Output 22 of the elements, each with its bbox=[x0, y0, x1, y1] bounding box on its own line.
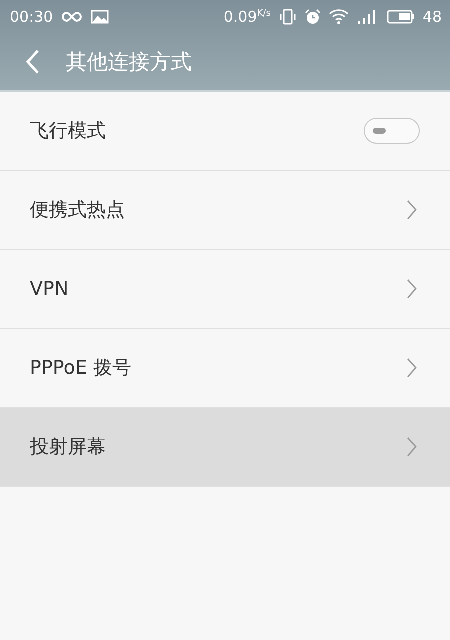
back-icon[interactable] bbox=[24, 49, 42, 75]
status-time: 00:30 bbox=[10, 8, 54, 26]
settings-item[interactable]: 投射屏幕 bbox=[0, 408, 450, 487]
infinity-icon bbox=[61, 11, 84, 23]
item-label: 飞行模式 bbox=[30, 119, 106, 144]
item-label: PPPoE 拨号 bbox=[30, 356, 132, 381]
item-label: 便携式热点 bbox=[30, 198, 125, 223]
alarm-icon bbox=[304, 9, 321, 25]
image-icon bbox=[91, 10, 110, 24]
item-label: 投射屏幕 bbox=[30, 435, 106, 460]
chevron-icon bbox=[406, 278, 418, 300]
item-label: VPN bbox=[30, 278, 69, 300]
battery-icon bbox=[386, 10, 415, 24]
page-title: 其他连接方式 bbox=[66, 49, 192, 76]
chevron-icon bbox=[406, 199, 418, 221]
toggle-switch[interactable] bbox=[364, 118, 420, 144]
chevron-icon bbox=[406, 357, 418, 379]
vibrate-icon bbox=[278, 9, 297, 25]
chevron-icon bbox=[406, 436, 418, 458]
wifi-icon bbox=[328, 9, 349, 25]
battery-level: 48 bbox=[422, 8, 442, 26]
network-speed: 0.09$^{K/s}$ bbox=[224, 8, 271, 26]
